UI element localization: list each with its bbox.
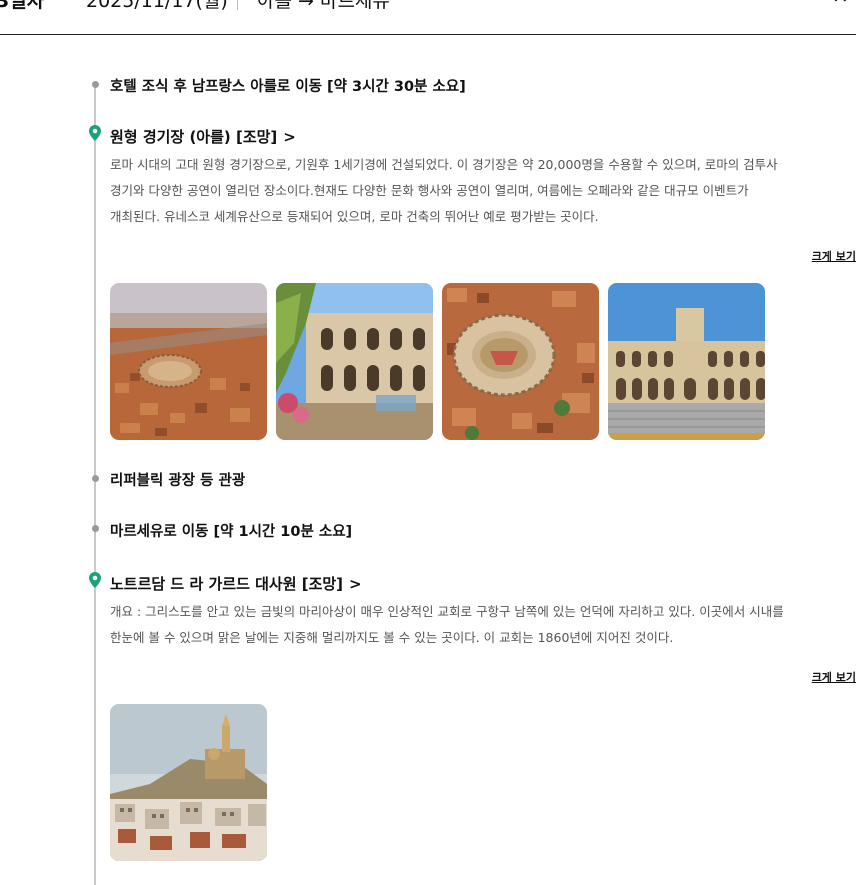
close-icon[interactable]: ✕ xyxy=(832,0,849,8)
view-larger-link[interactable]: 크게 보기 xyxy=(812,248,856,264)
place-title-text: 노트르담 드 라 가르드 대사원 [조망] xyxy=(110,575,344,593)
description-line: 개최된다. 유네스코 세계유산으로 등재되어 있으며, 로마 건축의 뛰어난 예… xyxy=(110,209,599,224)
place-description: 개요 : 그리스도를 안고 있는 금빛의 마리아상이 매우 인상적인 교회로 구… xyxy=(110,599,856,651)
location-pin-icon xyxy=(89,572,101,588)
photo-arles-aerial-city[interactable] xyxy=(110,283,267,440)
chevron-right-icon: > xyxy=(349,575,362,593)
place-description: 로마 시대의 고대 원형 경기장으로, 기원후 1세기경에 건설되었다. 이 경… xyxy=(110,152,856,230)
timeline-dot xyxy=(92,81,99,88)
place-title-arles-amphitheatre[interactable]: 원형 경기장 (아를) [조망] > xyxy=(110,126,296,147)
step-title-republique-square: 리퍼블릭 광장 등 관광 xyxy=(110,473,246,489)
day-route: 아를 → 마르세유 xyxy=(257,0,390,12)
header-divider xyxy=(237,0,238,10)
timeline-dot xyxy=(92,475,99,482)
chevron-right-icon: > xyxy=(283,128,296,146)
description-line: 로마 시대의 고대 원형 경기장으로, 기원후 1세기경에 건설되었다. 이 경… xyxy=(110,157,778,172)
timeline-dot xyxy=(92,525,99,532)
description-line: 경기와 다양한 공연이 열리던 장소이다.현재도 다양한 문화 행사와 공연이 … xyxy=(110,183,749,198)
place-title-text: 원형 경기장 (아를) [조망] xyxy=(110,128,278,146)
day-date: 2025/11/17(월) xyxy=(86,0,228,12)
view-larger-link[interactable]: 크게 보기 xyxy=(812,669,856,685)
photo-arles-arena-tower[interactable] xyxy=(608,283,765,440)
place-title-notre-dame-de-la-garde[interactable]: 노트르담 드 라 가르드 대사원 [조망] > xyxy=(110,573,362,594)
timeline-line xyxy=(94,84,96,885)
photo-notre-dame-de-la-garde[interactable] xyxy=(110,704,267,861)
photo-arles-arena-arches[interactable] xyxy=(276,283,433,440)
description-line: 한눈에 볼 수 있으며 맑은 날에는 지중해 멀리까지도 볼 수 있는 곳이다.… xyxy=(110,630,674,645)
day-header-bar: 3일차 2025/11/17(월) 아를 → 마르세유 ✕ xyxy=(0,0,856,35)
photo-arles-arena-overhead[interactable] xyxy=(442,283,599,440)
location-pin-icon xyxy=(89,125,101,141)
day-label: 3일차 xyxy=(0,0,45,12)
step-title-hotel-transfer: 호텔 조식 후 남프랑스 아를로 이동 [약 3시간 30분 소요] xyxy=(110,79,466,95)
step-title-marseille-transfer: 마르세유로 이동 [약 1시간 10분 소요] xyxy=(110,524,353,540)
description-line: 개요 : 그리스도를 안고 있는 금빛의 마리아상이 매우 인상적인 교회로 구… xyxy=(110,604,784,619)
